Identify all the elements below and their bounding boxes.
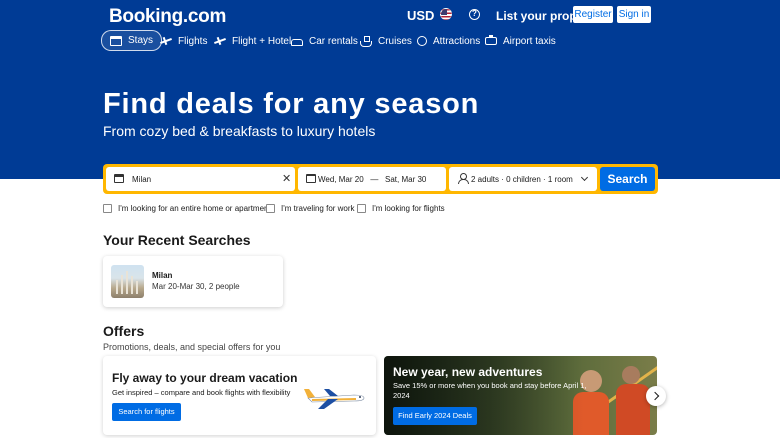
destination-field[interactable]: Milan ✕	[106, 167, 295, 191]
nav-attractions-label: Attractions	[433, 35, 481, 47]
offer-card-flights[interactable]: Fly away to your dream vacation Get insp…	[103, 356, 376, 435]
ship-icon	[360, 36, 372, 47]
offers-subtitle: Promotions, deals, and special offers fo…	[103, 342, 281, 352]
attractions-icon	[417, 36, 427, 46]
entire-home-checkbox[interactable]	[103, 203, 112, 213]
nav-stays[interactable]: Stays	[101, 30, 163, 51]
destination-input[interactable]: Milan	[132, 175, 151, 184]
entire-home-label: I'm looking for an entire home or apartm…	[118, 203, 271, 213]
nav-car-rentals-label: Car rentals	[309, 35, 358, 47]
hero-subtitle: From cozy bed & breakfasts to luxury hot…	[103, 123, 376, 139]
currency-selector[interactable]: USD	[407, 8, 434, 23]
person-icon	[458, 173, 469, 184]
offer-card-new-year[interactable]: New year, new adventures Save 15% or mor…	[384, 356, 657, 435]
hero-banner: Booking.com USD ? List your property Reg…	[0, 0, 780, 179]
nav-car-rentals[interactable]: Car rentals	[291, 31, 358, 51]
plane-icon	[160, 36, 172, 46]
register-button[interactable]: Register	[573, 6, 613, 23]
airplane-illustration	[304, 389, 365, 409]
work-travel-label: I'm traveling for work	[281, 203, 355, 213]
offers-heading: Offers	[103, 323, 145, 339]
flight-hotel-icon	[214, 36, 226, 46]
check-in-date: Wed, Mar 20	[318, 175, 364, 184]
search-for-flights-button[interactable]: Search for flights	[112, 403, 181, 421]
nav-airport-taxis-label: Airport taxis	[503, 35, 556, 47]
date-separator: —	[370, 175, 379, 184]
work-travel-checkbox[interactable]	[266, 203, 275, 213]
car-icon	[291, 38, 303, 46]
sign-in-button[interactable]: Sign in	[617, 6, 651, 23]
nav-airport-taxis[interactable]: Airport taxis	[485, 31, 556, 51]
recent-searches-heading: Your Recent Searches	[103, 232, 251, 248]
guests-field[interactable]: 2 adults · 0 children · 1 room	[449, 167, 597, 191]
calendar-icon	[306, 174, 316, 183]
nav-cruises-label: Cruises	[378, 35, 412, 47]
clear-destination-icon[interactable]: ✕	[282, 172, 291, 185]
search-button[interactable]: Search	[600, 167, 655, 191]
help-icon[interactable]: ?	[469, 9, 480, 20]
nav-flights-label: Flights	[178, 35, 208, 47]
hero-title: Find deals for any season	[103, 88, 480, 120]
nav-stays-label: Stays	[128, 35, 154, 46]
nav-cruises[interactable]: Cruises	[360, 31, 412, 51]
work-travel-option[interactable]: I'm traveling for work	[266, 203, 355, 213]
milan-thumbnail	[111, 265, 144, 298]
carousel-next-button[interactable]	[646, 386, 666, 406]
flights-label: I'm looking for flights	[372, 203, 445, 213]
us-flag-icon[interactable]	[440, 8, 452, 20]
offer-new-year-body: Save 15% or more when you book and stay …	[393, 381, 587, 400]
guests-summary: 2 adults · 0 children · 1 room	[471, 175, 573, 184]
recent-search-card[interactable]: Milan Mar 20-Mar 30, 2 people	[103, 256, 283, 307]
nav-attractions[interactable]: Attractions	[417, 31, 480, 51]
date-range: Wed, Mar 20 — Sat, Mar 30	[318, 175, 426, 184]
flights-checkbox[interactable]	[357, 203, 366, 213]
find-early-2024-deals-button[interactable]: Find Early 2024 Deals	[393, 407, 477, 425]
booking-logo[interactable]: Booking.com	[109, 6, 226, 28]
offer-new-year-title: New year, new adventures	[393, 365, 543, 379]
recent-search-details: Mar 20-Mar 30, 2 people	[152, 282, 240, 291]
nav-flight-hotel[interactable]: Flight + Hotel	[214, 31, 291, 51]
check-out-date: Sat, Mar 30	[385, 175, 427, 184]
nav-flight-hotel-label: Flight + Hotel	[232, 35, 292, 47]
bed-icon	[110, 35, 122, 46]
recent-search-city: Milan	[152, 271, 173, 280]
entire-home-option[interactable]: I'm looking for an entire home or apartm…	[103, 203, 271, 213]
flights-option[interactable]: I'm looking for flights	[357, 203, 445, 213]
search-bar: Milan ✕ Wed, Mar 20 — Sat, Mar 30 2 adul…	[103, 164, 658, 194]
offer-flights-title: Fly away to your dream vacation	[112, 371, 298, 385]
taxi-icon	[485, 35, 497, 45]
chevron-down-icon	[580, 173, 589, 182]
nav-flights[interactable]: Flights	[160, 31, 207, 51]
offer-flights-body: Get inspired – compare and book flights …	[112, 388, 291, 397]
bed-icon	[114, 174, 124, 183]
date-picker-field[interactable]: Wed, Mar 20 — Sat, Mar 30	[298, 167, 446, 191]
